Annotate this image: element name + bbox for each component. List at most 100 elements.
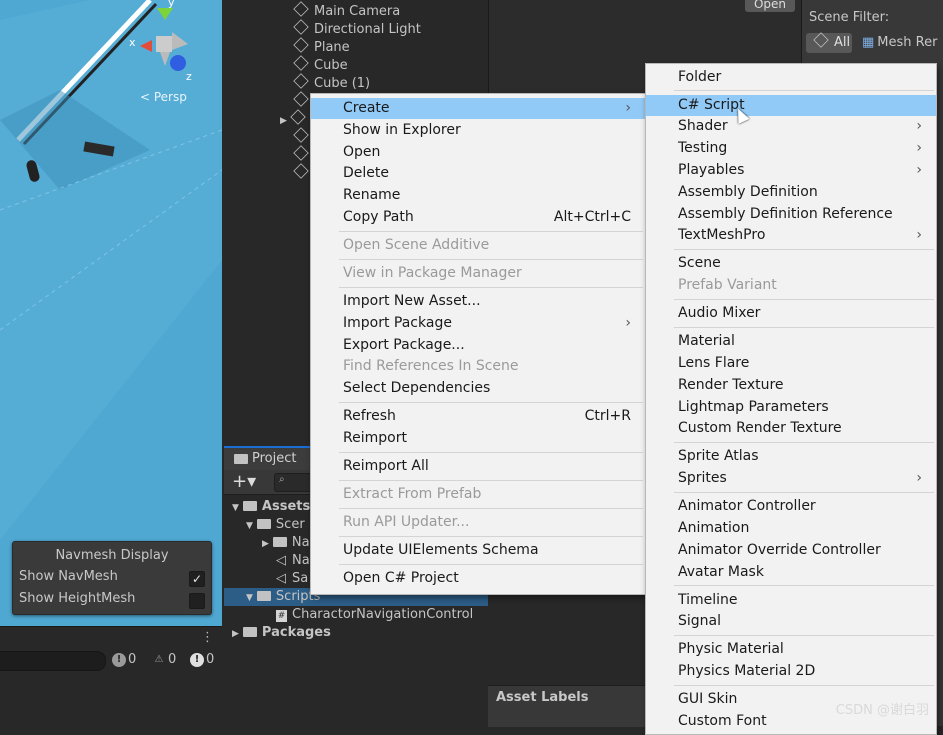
console-search[interactable] (0, 651, 106, 671)
menu-item-audio-mixer[interactable]: Audio Mixer (646, 303, 936, 324)
show-heightmesh-checkbox[interactable] (189, 593, 205, 609)
tree-item-script-file[interactable]: # CharactorNavigationControl (276, 606, 473, 624)
console-messages[interactable]: ! 0 (190, 652, 214, 670)
tree-item-scenes[interactable]: ▼ Scer (246, 516, 305, 534)
tree-item[interactable]: ▶ Na (262, 534, 310, 552)
menu-item-open[interactable]: Open (311, 142, 645, 163)
hierarchy-item[interactable]: Cube (1) (293, 73, 370, 92)
filter-mesh-button[interactable]: ▦ Mesh Rer (862, 33, 937, 53)
menu-item-sprites[interactable]: Sprites › (646, 468, 936, 489)
menu-item-label: Sprite Atlas (678, 448, 759, 465)
menu-item-create[interactable]: Create › (311, 98, 645, 119)
menu-item-label: Animator Controller (678, 498, 816, 515)
menu-separator (339, 479, 643, 481)
menu-item-open-csharp-project[interactable]: Open C# Project (311, 568, 645, 589)
hierarchy-item[interactable]: ▶ (280, 109, 311, 128)
gameobject-icon (293, 37, 309, 53)
menu-item-import-new-asset[interactable]: Import New Asset... (311, 291, 645, 312)
menu-item-refresh[interactable]: Refresh Ctrl+R (311, 406, 645, 427)
menu-item-csharp-script[interactable]: C# Script (646, 94, 936, 116)
menu-item-physic-material[interactable]: Physic Material (646, 639, 936, 660)
menu-item-extract-from-prefab: Extract From Prefab (311, 484, 645, 505)
menu-item-label: Rename (343, 187, 401, 204)
menu-item-folder[interactable]: Folder (646, 67, 936, 88)
gameobject-icon (293, 163, 309, 179)
tab-project[interactable]: Project (224, 448, 310, 470)
hierarchy-item[interactable]: Plane (293, 37, 350, 56)
menu-item-avatar-mask[interactable]: Avatar Mask (646, 562, 936, 583)
gizmo-y-label: y (168, 0, 175, 9)
add-asset-button[interactable]: +▾ (232, 470, 256, 494)
console-warnings[interactable]: ⚠ 0 (152, 652, 177, 670)
cube-icon (813, 32, 829, 48)
menu-item-textmeshpro[interactable]: TextMeshPro › (646, 225, 936, 246)
unity-scene-icon: ◁ (276, 571, 286, 586)
hierarchy-item[interactable]: Cube (293, 55, 348, 74)
menu-item-timeline[interactable]: Timeline (646, 590, 936, 611)
more-options-icon[interactable]: ⋮ (201, 630, 214, 645)
tree-item[interactable]: ◁ Sa (276, 570, 308, 588)
menu-item-rename[interactable]: Rename (311, 185, 645, 206)
menu-item-animator-override-controller[interactable]: Animator Override Controller (646, 540, 936, 561)
menu-item-copy-path[interactable]: Copy Path Alt+Ctrl+C (311, 207, 645, 228)
chevron-right-icon: › (916, 227, 922, 244)
menu-item-animator-controller[interactable]: Animator Controller (646, 496, 936, 517)
menu-item-label: Animation (678, 519, 750, 536)
tree-item[interactable]: ◁ Na (276, 552, 310, 570)
persp-label[interactable]: < Persp (140, 90, 187, 104)
menu-item-label: Show in Explorer (343, 121, 461, 138)
menu-item-show-in-explorer[interactable]: Show in Explorer (311, 120, 645, 141)
menu-item-material[interactable]: Material (646, 331, 936, 352)
expand-arrow-icon[interactable]: ▶ (280, 116, 287, 126)
hierarchy-item[interactable]: Directional Light (293, 19, 421, 38)
menu-item-shader[interactable]: Shader › (646, 116, 936, 137)
menu-item-reimport-all[interactable]: Reimport All (311, 456, 645, 477)
menu-item-view-in-package-manager: View in Package Manager (311, 263, 645, 284)
gameobject-icon (293, 1, 309, 17)
menu-separator (674, 442, 934, 444)
scene-geometry (0, 0, 222, 626)
menu-item-reimport[interactable]: Reimport (311, 428, 645, 449)
menu-item-signal[interactable]: Signal (646, 611, 936, 632)
open-button[interactable]: Open (745, 0, 795, 12)
menu-item-assembly-definition-reference[interactable]: Assembly Definition Reference (646, 204, 936, 225)
menu-item-testing[interactable]: Testing › (646, 138, 936, 159)
chevron-right-icon: › (625, 100, 631, 116)
filter-all-button[interactable]: All (806, 32, 852, 53)
menu-separator (339, 451, 643, 453)
menu-item-export-package[interactable]: Export Package... (311, 335, 645, 356)
menu-item-select-dependencies[interactable]: Select Dependencies (311, 378, 645, 399)
menu-separator (674, 684, 934, 686)
menu-item-scene[interactable]: Scene (646, 253, 936, 274)
menu-item-playables[interactable]: Playables › (646, 160, 936, 181)
tree-item-packages[interactable]: ▶ Packages (232, 624, 331, 642)
menu-item-custom-render-texture[interactable]: Custom Render Texture (646, 418, 936, 439)
scene-view[interactable]: x z y < Persp Navmesh Display Show NavMe… (0, 0, 222, 626)
menu-item-label: Signal (678, 613, 722, 630)
show-heightmesh-row[interactable]: Show HeightMesh (19, 591, 205, 611)
expand-arrow-icon[interactable]: ▼ (246, 521, 253, 531)
menu-item-sprite-atlas[interactable]: Sprite Atlas (646, 446, 936, 467)
menu-item-assembly-definition[interactable]: Assembly Definition (646, 182, 936, 203)
menu-item-import-package[interactable]: Import Package › (311, 313, 645, 334)
menu-item-label: Export Package... (343, 336, 465, 353)
menu-item-update-uielements-schema[interactable]: Update UIElements Schema (311, 540, 645, 561)
show-navmesh-row[interactable]: Show NavMesh ✓ (19, 569, 205, 589)
tree-item-assets[interactable]: ▼ Assets (232, 498, 310, 516)
message-icon: ! (190, 652, 204, 667)
expand-arrow-icon[interactable]: ▶ (232, 629, 239, 639)
expand-arrow-icon[interactable]: ▶ (262, 539, 269, 549)
hierarchy-item[interactable]: Main Camera (293, 1, 400, 20)
menu-item-animation[interactable]: Animation (646, 518, 936, 539)
menu-item-label: Extract From Prefab (343, 486, 482, 502)
expand-arrow-icon[interactable]: ▼ (232, 503, 239, 513)
menu-item-lightmap-parameters[interactable]: Lightmap Parameters (646, 397, 936, 418)
menu-item-delete[interactable]: Delete (311, 163, 645, 184)
navmesh-title: Navmesh Display (55, 548, 169, 563)
show-navmesh-checkbox[interactable]: ✓ (189, 571, 205, 587)
menu-item-render-texture[interactable]: Render Texture (646, 375, 936, 396)
expand-arrow-icon[interactable]: ▼ (246, 593, 253, 603)
menu-item-physics-material-2d[interactable]: Physics Material 2D (646, 661, 936, 682)
menu-item-lens-flare[interactable]: Lens Flare (646, 353, 936, 374)
console-errors[interactable]: ! 0 (112, 652, 136, 670)
